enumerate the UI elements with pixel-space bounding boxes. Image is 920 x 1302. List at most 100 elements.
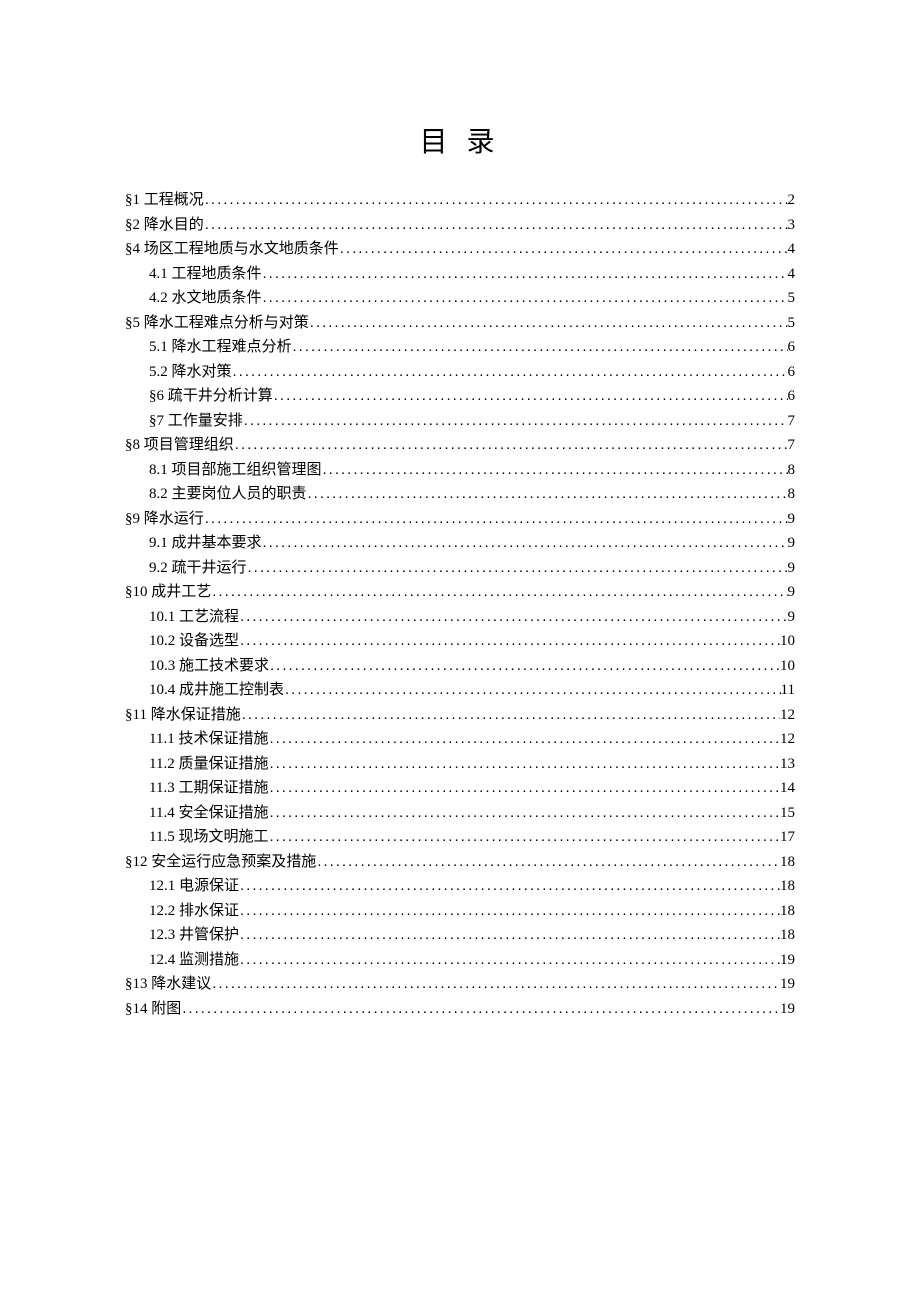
toc-entry-page: 9	[788, 605, 796, 630]
toc-entry: §13 降水建议 19	[125, 972, 795, 997]
toc-entry-label: 10.4 成井施工控制表	[149, 678, 284, 703]
toc-entry: 12.1 电源保证 18	[125, 874, 795, 899]
toc-entry: 12.4 监测措施 19	[125, 948, 795, 973]
toc-dots	[211, 972, 780, 997]
toc-entry-label: §2 降水目的	[125, 213, 204, 238]
toc-dots	[262, 262, 788, 287]
toc-entry-page: 6	[788, 360, 796, 385]
toc-entry-page: 11	[781, 678, 795, 703]
toc-entry-label: §10 成井工艺	[125, 580, 211, 605]
toc-dots	[204, 188, 788, 213]
toc-entry-label: 4.1 工程地质条件	[149, 262, 262, 287]
toc-entry-label: §11 降水保证措施	[125, 703, 241, 728]
toc-dots	[239, 923, 780, 948]
toc-entry: 8.2 主要岗位人员的职责 8	[125, 482, 795, 507]
toc-entry-page: 10	[780, 629, 795, 654]
toc-entry-label: 5.1 降水工程难点分析	[149, 335, 292, 360]
toc-dots	[262, 286, 788, 311]
toc-entry-label: 5.2 降水对策	[149, 360, 232, 385]
toc-dots	[284, 678, 781, 703]
toc-dots	[268, 727, 780, 752]
toc-dots	[239, 874, 780, 899]
toc-entry: 11.5 现场文明施工 17	[125, 825, 795, 850]
toc-entry: §12 安全运行应急预案及措施 18	[125, 850, 795, 875]
toc-dots	[239, 605, 787, 630]
toc-entry-page: 7	[788, 409, 796, 434]
toc-dots	[232, 360, 788, 385]
toc-entry-label: 11.5 现场文明施工	[149, 825, 268, 850]
toc-entry: §14 附图19	[125, 997, 795, 1022]
toc-dots	[322, 458, 788, 483]
toc-entry: §6 疏干井分析计算 6	[125, 384, 795, 409]
toc-entry-page: 4	[788, 237, 796, 262]
toc-dots	[239, 899, 780, 924]
toc-entry-label: 8.1 项目部施工组织管理图	[149, 458, 322, 483]
toc-entry-page: 10	[780, 654, 795, 679]
toc-entry-label: §7 工作量安排	[149, 409, 243, 434]
toc-dots	[292, 335, 788, 360]
toc-entry-label: §13 降水建议	[125, 972, 211, 997]
toc-entry-page: 9	[788, 507, 796, 532]
toc-entry-page: 15	[780, 801, 795, 826]
toc-entry-page: 6	[788, 384, 796, 409]
toc-entry: 11.4 安全保证措施 15	[125, 801, 795, 826]
toc-entry-label: 12.1 电源保证	[149, 874, 239, 899]
toc-entry-label: §6 疏干井分析计算	[149, 384, 273, 409]
toc-entry-label: §12 安全运行应急预案及措施	[125, 850, 316, 875]
toc-entry-label: §4 场区工程地质与水文地质条件	[125, 237, 339, 262]
toc-dots	[247, 556, 788, 581]
toc-entry-page: 9	[788, 556, 796, 581]
toc-entry-label: §5 降水工程难点分析与对策	[125, 311, 309, 336]
toc-entry-page: 17	[780, 825, 795, 850]
toc-entry-page: 2	[788, 188, 796, 213]
toc-dots	[268, 776, 780, 801]
toc-entry-page: 8	[788, 482, 796, 507]
toc-entry: §4 场区工程地质与水文地质条件 4	[125, 237, 795, 262]
toc-entry-page: 7	[788, 433, 796, 458]
toc-dots	[211, 580, 787, 605]
toc-dots	[269, 654, 780, 679]
toc-entry-label: §9 降水运行	[125, 507, 204, 532]
toc-entry-page: 18	[780, 874, 795, 899]
toc-entry: §2 降水目的 3	[125, 213, 795, 238]
toc-dots	[204, 507, 788, 532]
toc-dots	[241, 703, 780, 728]
toc-dots	[316, 850, 780, 875]
toc-entry: 11.3 工期保证措施 14	[125, 776, 795, 801]
toc-entry-label: 8.2 主要岗位人员的职责	[149, 482, 307, 507]
toc-dots	[204, 213, 788, 238]
toc-entry-page: 18	[780, 923, 795, 948]
toc-entry-page: 19	[780, 948, 795, 973]
toc-entry-page: 12	[780, 727, 795, 752]
toc-entry: 9.2 疏干井运行 9	[125, 556, 795, 581]
toc-entry: §7 工作量安排 7	[125, 409, 795, 434]
toc-entry: 10.3 施工技术要求 10	[125, 654, 795, 679]
toc-dots	[181, 997, 780, 1022]
toc-dots	[234, 433, 788, 458]
toc-entry: 5.2 降水对策 6	[125, 360, 795, 385]
toc-entry: §5 降水工程难点分析与对策5	[125, 311, 795, 336]
toc-entry: §11 降水保证措施12	[125, 703, 795, 728]
toc-entry-page: 3	[788, 213, 796, 238]
toc-entry-page: 14	[780, 776, 795, 801]
toc-entry: 10.2 设备选型 10	[125, 629, 795, 654]
toc-dots	[339, 237, 788, 262]
toc-entry-page: 19	[780, 972, 795, 997]
toc-dots	[243, 409, 788, 434]
toc-entry-page: 4	[788, 262, 796, 287]
toc-entry-label: 10.1 工艺流程	[149, 605, 239, 630]
toc-entry-page: 8	[788, 458, 796, 483]
toc-entry: 5.1 降水工程难点分析6	[125, 335, 795, 360]
toc-entry-page: 5	[788, 286, 796, 311]
toc-dots	[307, 482, 788, 507]
toc-dots	[273, 384, 788, 409]
toc-entry-page: 18	[780, 899, 795, 924]
toc-entry-page: 18	[780, 850, 795, 875]
toc-entry: 11.1 技术保证措施 12	[125, 727, 795, 752]
toc-title: 目 录	[125, 120, 795, 160]
toc-entry-label: 11.2 质量保证措施	[149, 752, 268, 777]
toc-entry-label: 12.4 监测措施	[149, 948, 239, 973]
toc-entry-label: 10.2 设备选型	[149, 629, 239, 654]
toc-entry: 12.2 排水保证 18	[125, 899, 795, 924]
toc-entry: §8 项目管理组织7	[125, 433, 795, 458]
